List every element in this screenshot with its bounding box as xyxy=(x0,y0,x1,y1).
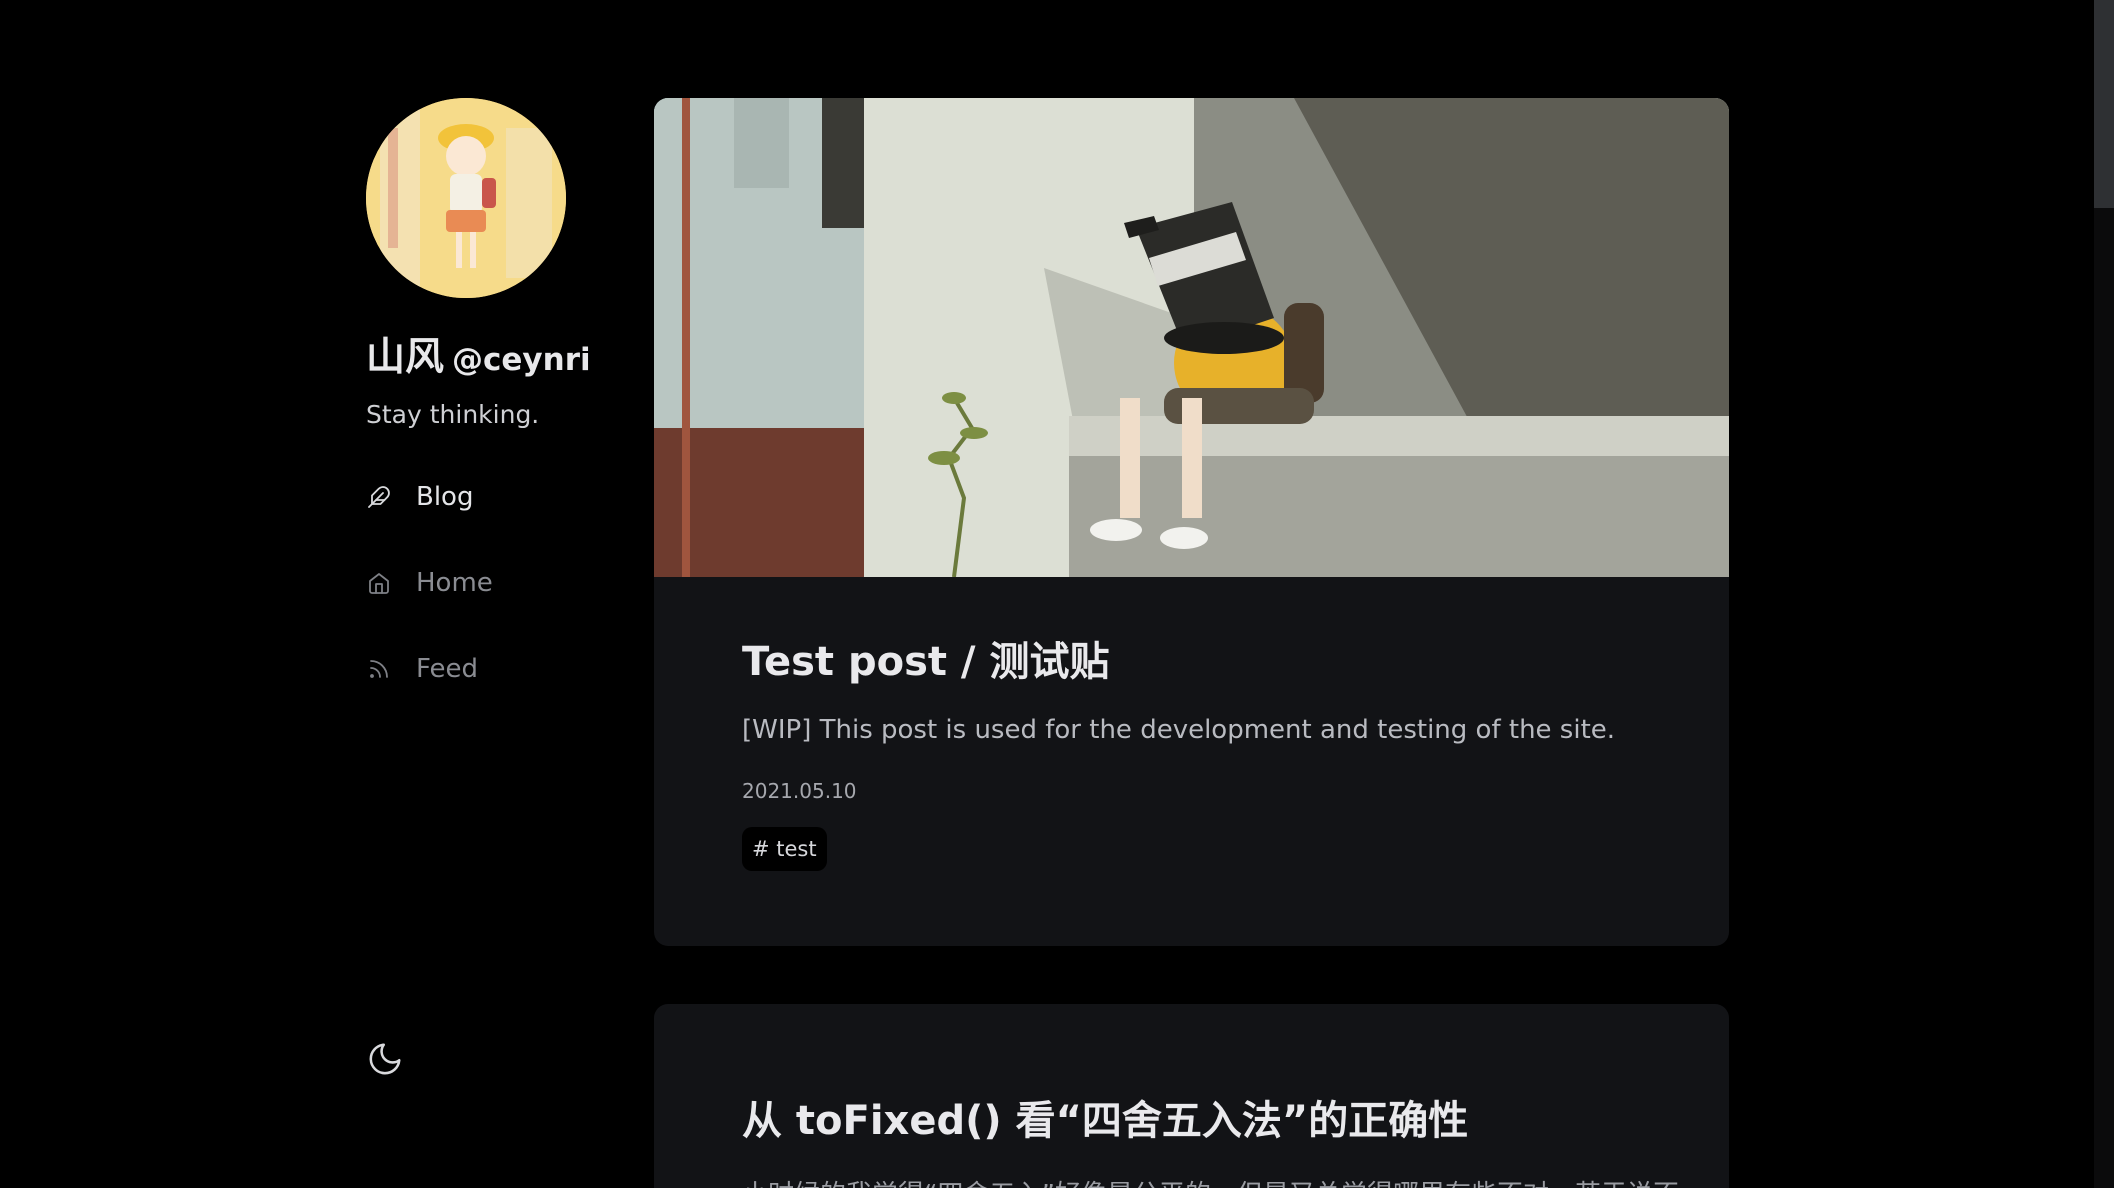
post-body: Test post / 测试贴 [WIP] This post is used … xyxy=(654,629,1729,871)
tag-chip[interactable]: # test xyxy=(742,827,827,871)
avatar[interactable] xyxy=(366,98,566,298)
post-title[interactable]: 从 toFixed() 看“四舍五入法”的正确性 xyxy=(742,1088,1641,1146)
sidebar-nav: Blog Home Feed xyxy=(366,477,596,689)
author-handle: @ceynri xyxy=(452,342,591,378)
post-body: 从 toFixed() 看“四舍五入法”的正确性 小时候的我觉得“四舍五入”好像… xyxy=(654,1088,1729,1188)
nav-item-blog[interactable]: Blog xyxy=(366,477,596,517)
avatar-illustration xyxy=(366,98,566,298)
post-card[interactable]: Test post / 测试贴 [WIP] This post is used … xyxy=(654,98,1729,946)
nav-label-home: Home xyxy=(416,568,493,598)
home-icon xyxy=(366,570,392,596)
moon-icon xyxy=(369,1043,401,1075)
nav-item-home[interactable]: Home xyxy=(366,563,596,603)
scrollbar-thumb[interactable] xyxy=(2094,0,2114,208)
page: 山风 @ceynri Stay thinking. Blog Home Feed… xyxy=(0,0,2114,1188)
sidebar: 山风 @ceynri Stay thinking. Blog Home Feed xyxy=(366,98,596,735)
post-cover-image[interactable] xyxy=(654,98,1729,577)
theme-toggle-button[interactable] xyxy=(366,1040,404,1078)
nav-label-feed: Feed xyxy=(416,654,479,684)
post-title[interactable]: Test post / 测试贴 xyxy=(742,629,1641,687)
post-card[interactable]: 从 toFixed() 看“四舍五入法”的正确性 小时候的我觉得“四舍五入”好像… xyxy=(654,1004,1729,1188)
rss-icon xyxy=(366,656,392,682)
nav-item-feed[interactable]: Feed xyxy=(366,649,596,689)
nav-label-blog: Blog xyxy=(416,482,474,512)
scrollbar-track[interactable] xyxy=(2094,0,2114,1188)
post-excerpt: 小时候的我觉得“四舍五入”好像是公平的，但是又总觉得哪里有些不对，苦于说不 xyxy=(742,1174,1679,1188)
post-excerpt: [WIP] This post is used for the developm… xyxy=(742,715,1616,745)
author-name: 山风 xyxy=(366,335,445,380)
feather-icon xyxy=(366,484,392,510)
author-line: 山风 @ceynri xyxy=(366,326,596,382)
post-date: 2021.05.10 xyxy=(742,779,857,803)
tagline: Stay thinking. xyxy=(366,400,540,429)
